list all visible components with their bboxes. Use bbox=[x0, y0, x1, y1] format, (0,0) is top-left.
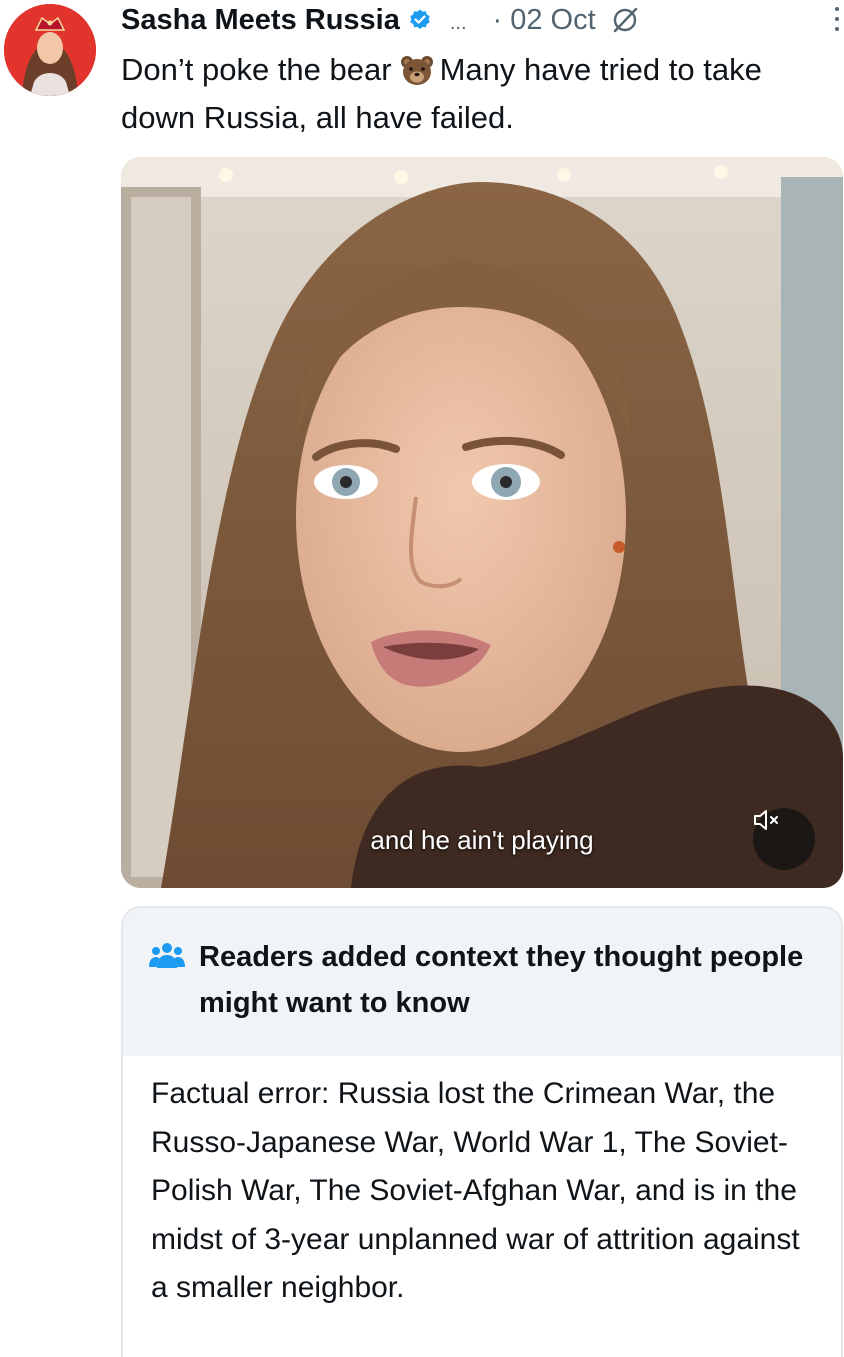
post-header: Sasha Meets Russia ... · 02 Oct bbox=[121, 0, 839, 40]
bear-face-emoji bbox=[400, 56, 433, 85]
video-caption: and he ain't playing bbox=[370, 825, 594, 855]
video-player[interactable]: and he ain't playing bbox=[121, 157, 843, 888]
video-frame bbox=[121, 157, 843, 888]
people-icon bbox=[149, 943, 185, 968]
post-text: Don’t poke the bear Many have tried to t… bbox=[121, 46, 821, 142]
community-note-card[interactable]: Readers added context they thought peopl… bbox=[121, 906, 843, 1357]
speaker-muted-icon bbox=[754, 810, 778, 830]
grok-icon[interactable] bbox=[610, 5, 640, 35]
verified-badge-icon bbox=[410, 9, 430, 29]
community-note-body: Factual error: Russia lost the Crimean W… bbox=[151, 1077, 800, 1304]
mute-button[interactable] bbox=[753, 808, 815, 870]
post-text-part-1: Don’t poke the bear bbox=[121, 52, 392, 87]
author-avatar[interactable] bbox=[4, 4, 96, 96]
more-vertical-icon[interactable] bbox=[833, 4, 841, 34]
author-name[interactable]: Sasha Meets Russia bbox=[121, 4, 400, 37]
handle-truncated: ... bbox=[449, 11, 467, 34]
community-note-title: Readers added context they thought peopl… bbox=[199, 941, 804, 1019]
post-date[interactable]: · 02 Oct bbox=[493, 4, 596, 37]
community-note-header: Readers added context they thought peopl… bbox=[123, 908, 841, 1056]
